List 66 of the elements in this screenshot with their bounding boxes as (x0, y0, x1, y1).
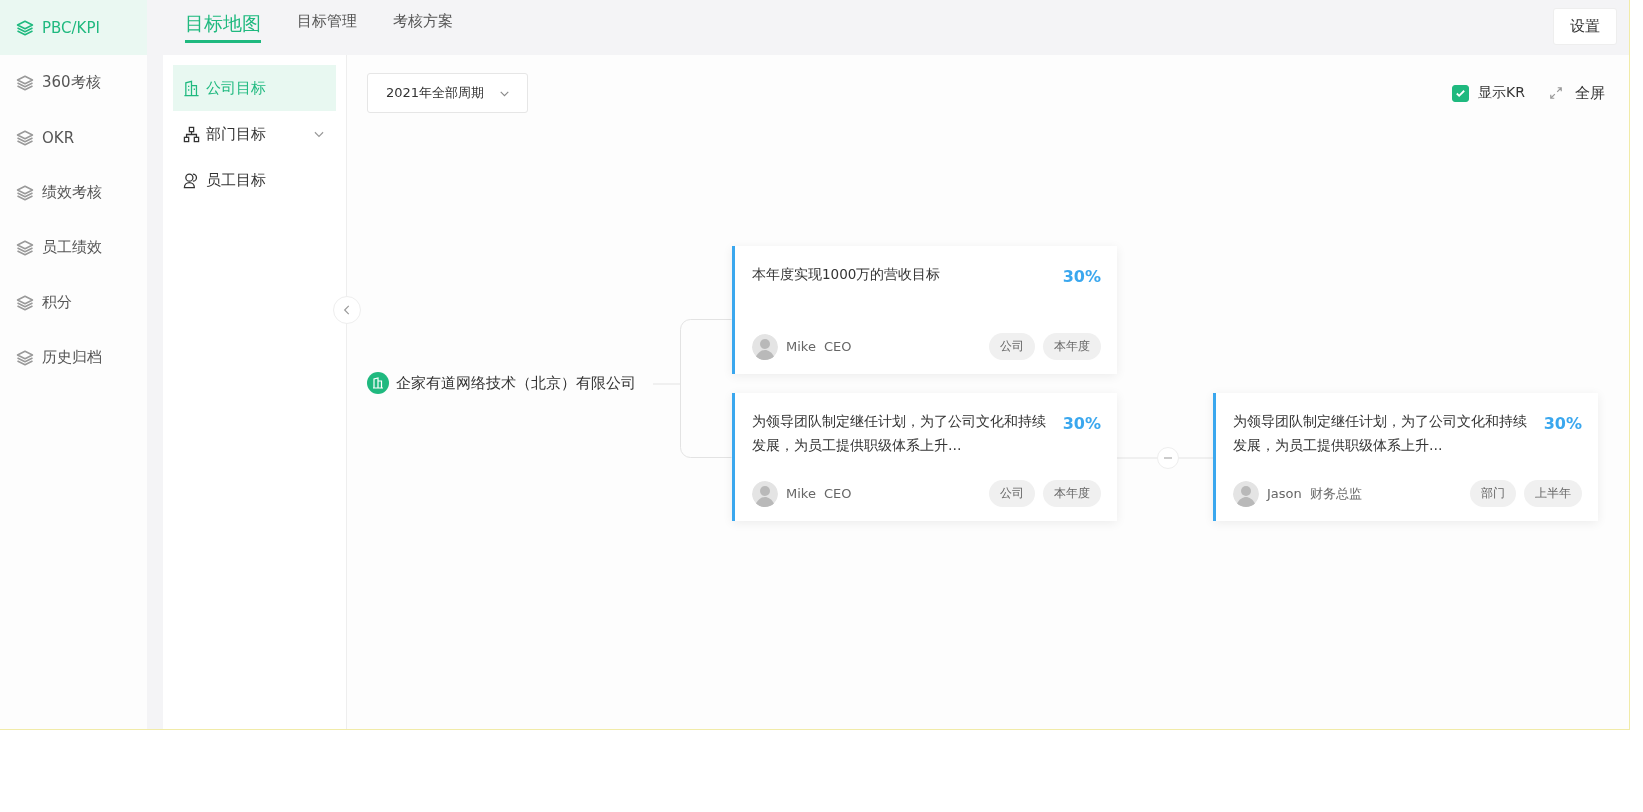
avatar-icon (1233, 480, 1259, 507)
goal-tag: 部门 (1470, 480, 1516, 507)
org-chart-icon (183, 125, 200, 143)
sidebar-label: 360考核 (42, 73, 101, 92)
company-name: 企家有道网络技术（北京）有限公司 (396, 373, 636, 393)
goal-tag: 本年度 (1043, 480, 1101, 507)
sidebar-label: 历史归档 (42, 348, 102, 367)
checkbox-label: 显示KR (1478, 84, 1525, 102)
layers-icon (16, 128, 34, 147)
layers-icon (16, 293, 34, 312)
avatar-icon (752, 480, 778, 507)
sidebar-item[interactable]: 积分 (0, 275, 147, 330)
layers-icon (16, 348, 34, 367)
check-icon (1455, 87, 1467, 99)
settings-button[interactable]: 设置 (1553, 8, 1617, 45)
tab[interactable]: 考核方案 (393, 0, 453, 35)
tab[interactable]: 目标管理 (297, 0, 357, 35)
goal-percent: 30% (1062, 266, 1101, 286)
subnav-label: 员工目标 (206, 170, 267, 190)
owner-name: Mike (786, 486, 816, 501)
collapse-node-button[interactable] (1157, 447, 1179, 469)
owner-role: CEO (823, 486, 852, 501)
sidebar-label: 积分 (42, 293, 72, 312)
subnav-item[interactable]: 部门目标 (173, 111, 336, 157)
sidebar-label: OKR (42, 128, 75, 147)
sidebar-item[interactable]: 360考核 (0, 55, 147, 110)
goal-tag: 公司 (989, 480, 1035, 507)
goal-tag: 上半年 (1524, 480, 1582, 507)
sidebar-label: 员工绩效 (42, 238, 102, 257)
period-select[interactable]: 2021年全部周期 (367, 73, 529, 113)
expand-icon (1549, 86, 1563, 100)
owner-role: 财务总监 (1309, 484, 1362, 503)
users-icon (183, 171, 200, 189)
goal-title: 本年度实现1000万的营收目标 (752, 265, 942, 284)
goal-tag: 公司 (989, 333, 1035, 360)
checkbox[interactable] (1452, 84, 1470, 102)
fullscreen-button[interactable]: 全屏 (1549, 83, 1605, 103)
goal-percent: 30% (1062, 413, 1101, 433)
goal-card[interactable]: 本年度实现1000万的营收目标 30% Mike CEO 公司 本年度 (732, 246, 1117, 374)
layers-icon (16, 238, 34, 257)
subnav-label: 公司目标 (206, 78, 267, 98)
layers-icon (16, 73, 34, 92)
sidebar-item[interactable]: 员工绩效 (0, 220, 147, 275)
owner-role: CEO (823, 339, 852, 354)
layers-icon (16, 183, 34, 202)
sidebar-item[interactable]: OKR (0, 110, 147, 165)
sidebar-item[interactable]: 绩效考核 (0, 165, 147, 220)
goal-tag: 本年度 (1043, 333, 1101, 360)
layers-icon (16, 18, 34, 37)
show-kr-checkbox[interactable]: 显示KR (1452, 84, 1525, 102)
goal-title: 为领导团队制定继任计划，为了公司文化和持续发展，为员工提供职级体系上升… (1233, 412, 1528, 455)
goal-card[interactable]: 为领导团队制定继任计划，为了公司文化和持续发展，为员工提供职级体系上升… 30% Jason 财务总监 部门 上半年 (1213, 393, 1598, 521)
goal-title: 为领导团队制定继任计划，为了公司文化和持续发展，为员工提供职级体系上升… (752, 412, 1047, 455)
sidebar-item[interactable]: 历史归档 (0, 330, 147, 385)
subnav-label: 部门目标 (206, 124, 267, 144)
building-icon (183, 79, 200, 97)
goal-percent: 30% (1543, 413, 1582, 433)
owner-name: Jason (1267, 486, 1302, 501)
company-node[interactable]: 企家有道网络技术（北京）有限公司 (367, 372, 636, 394)
sidebar-label: PBC/KPI (42, 18, 100, 37)
sidebar-label: 绩效考核 (42, 183, 102, 202)
owner-name: Mike (786, 339, 816, 354)
avatar-icon (752, 333, 778, 360)
building-icon (367, 372, 389, 394)
subnav-item[interactable]: 员工目标 (173, 157, 336, 203)
goal-card[interactable]: 为领导团队制定继任计划，为了公司文化和持续发展，为员工提供职级体系上升… 30% Mike CEO 公司 本年度 (732, 393, 1117, 521)
